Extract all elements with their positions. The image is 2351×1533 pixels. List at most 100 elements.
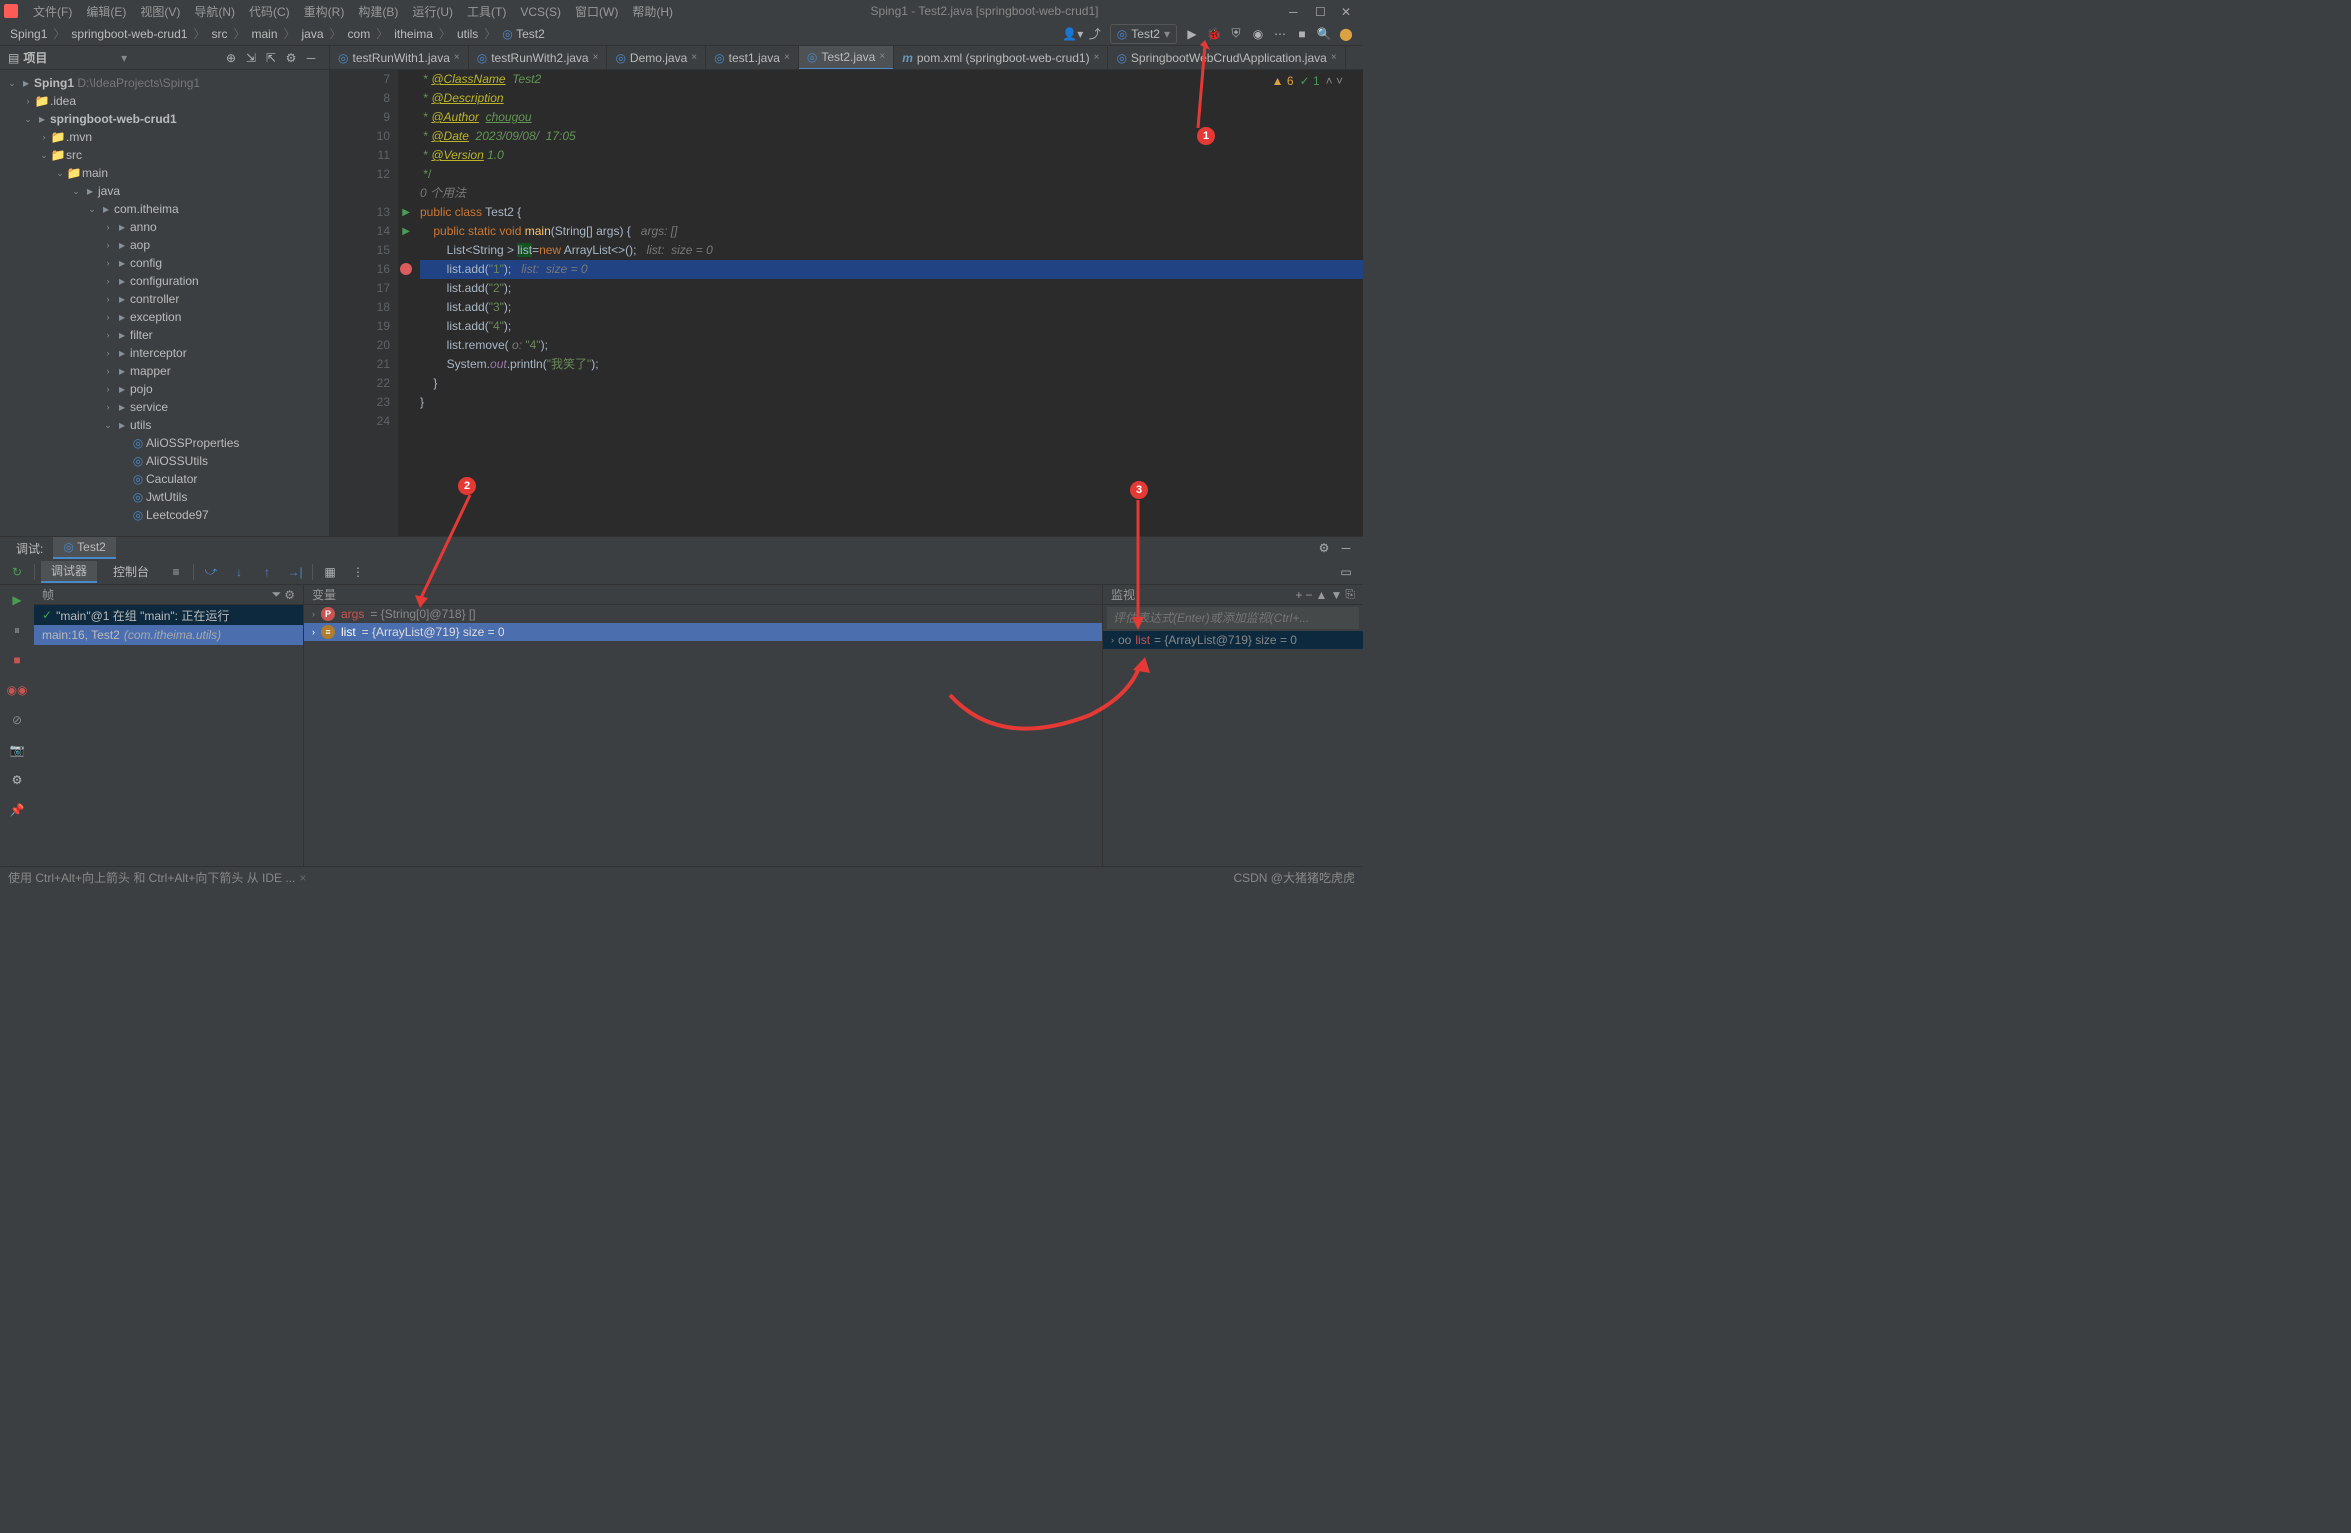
pause-button[interactable]: ⏸ — [6, 619, 28, 641]
debugger-subtab[interactable]: 调试器 — [41, 561, 97, 583]
user-icon[interactable]: 👤▾ — [1062, 23, 1084, 45]
breadcrumb-item[interactable]: itheima — [390, 27, 437, 41]
duplicate-watch-icon[interactable]: ⎘ — [1345, 587, 1355, 602]
menu-item[interactable]: 文件(F) — [26, 5, 79, 19]
tab-close-icon[interactable]: × — [1331, 52, 1337, 63]
project-tree[interactable]: ⌄▸Sping1 D:\IdeaProjects\Sping1›📁.idea⌄▸… — [0, 70, 329, 536]
tab-close-icon[interactable]: × — [784, 52, 790, 63]
tree-node[interactable]: ›▸pojo — [0, 380, 329, 398]
tree-node[interactable]: ›▸controller — [0, 290, 329, 308]
more-run-icon[interactable]: ⋯ — [1269, 23, 1291, 45]
menu-item[interactable]: 导航(N) — [187, 5, 242, 19]
tree-node[interactable]: ›▸aop — [0, 236, 329, 254]
menu-item[interactable]: 代码(C) — [242, 5, 297, 19]
layout-settings-icon[interactable]: ▭ — [1335, 561, 1357, 583]
rerun-debug-button[interactable]: ↻ — [6, 561, 28, 583]
debug-gear-icon[interactable]: ⚙ — [1313, 537, 1335, 559]
maximize-button[interactable]: ☐ — [1315, 5, 1327, 17]
threads-icon[interactable]: ≡ — [165, 561, 187, 583]
menu-item[interactable]: 视图(V) — [133, 5, 187, 19]
editor-tab[interactable]: ◎Demo.java× — [607, 46, 706, 70]
coverage-button[interactable]: ⛨ — [1225, 23, 1247, 45]
watch-expression-input[interactable] — [1107, 607, 1359, 629]
breadcrumb-item[interactable]: ◎ Test2 — [498, 27, 549, 41]
step-into-button[interactable]: ↓ — [228, 561, 250, 583]
evaluate-expression-button[interactable]: ▦ — [319, 561, 341, 583]
menu-item[interactable]: 重构(R) — [297, 5, 352, 19]
editor-tab[interactable]: ◎test1.java× — [706, 46, 799, 70]
tree-node[interactable]: ⌄▸utils — [0, 416, 329, 434]
minimize-button[interactable]: ─ — [1289, 5, 1301, 17]
stop-debug-button[interactable]: ■ — [6, 649, 28, 671]
trace-button[interactable]: ⋮ — [347, 561, 369, 583]
tree-node[interactable]: ›▸configuration — [0, 272, 329, 290]
breadcrumb-item[interactable]: com — [344, 27, 375, 41]
menu-item[interactable]: 编辑(E) — [79, 5, 133, 19]
tab-close-icon[interactable]: × — [879, 51, 885, 62]
watch-row-list[interactable]: › oo list = {ArrayList@719} size = 0 — [1103, 631, 1363, 649]
tree-node[interactable]: ›▸mapper — [0, 362, 329, 380]
menu-item[interactable]: 运行(U) — [405, 5, 460, 19]
select-opened-icon[interactable]: ⊕ — [221, 48, 241, 68]
menu-item[interactable]: VCS(S) — [513, 5, 568, 19]
tree-node[interactable]: ⌄▸java — [0, 182, 329, 200]
tree-node[interactable]: ⌄▸springboot-web-crud1 — [0, 110, 329, 128]
editor-tab[interactable]: ◎testRunWith1.java× — [330, 46, 469, 70]
tree-node[interactable]: ◎JwtUtils — [0, 488, 329, 506]
tree-node[interactable]: ⌄📁src — [0, 146, 329, 164]
stack-frame-row[interactable]: main:16, Test2 (com.itheima.utils) — [34, 625, 303, 645]
tab-close-icon[interactable]: × — [691, 52, 697, 63]
watch-down-icon[interactable]: ▼ — [1330, 588, 1342, 602]
breadcrumb-item[interactable]: src — [207, 27, 231, 41]
tab-close-icon[interactable]: × — [454, 52, 460, 63]
run-to-cursor-button[interactable]: →| — [284, 561, 306, 583]
search-icon[interactable]: 🔍 — [1313, 23, 1335, 45]
debug-settings-icon[interactable]: ⚙ — [6, 769, 28, 791]
build-icon[interactable]: ⤴ — [1084, 23, 1106, 45]
editor-tab[interactable]: mpom.xml (springboot-web-crud1)× — [894, 46, 1108, 70]
tree-node[interactable]: ›▸config — [0, 254, 329, 272]
debug-session-tab[interactable]: ◎ Test2 — [53, 537, 116, 559]
debug-button[interactable]: 🐞 — [1203, 23, 1225, 45]
thread-row[interactable]: ✓ "main"@1 在组 "main": 正在运行 — [34, 605, 303, 625]
tree-node[interactable]: ›▸filter — [0, 326, 329, 344]
close-button[interactable]: ✕ — [1341, 5, 1353, 17]
expand-all-icon[interactable]: ⇲ — [241, 48, 261, 68]
tree-node[interactable]: ›📁.mvn — [0, 128, 329, 146]
profile-button[interactable]: ◉ — [1247, 23, 1269, 45]
remove-watch-icon[interactable]: − — [1305, 588, 1312, 602]
editor-tab[interactable]: ◎testRunWith2.java× — [469, 46, 608, 70]
collapse-all-icon[interactable]: ⇱ — [261, 48, 281, 68]
frames-options-icon[interactable]: ⚙ — [284, 588, 295, 602]
tree-node[interactable]: ›▸service — [0, 398, 329, 416]
debug-hide-icon[interactable]: ─ — [1335, 537, 1357, 559]
breadcrumb-item[interactable]: utils — [453, 27, 482, 41]
console-subtab[interactable]: 控制台 — [103, 561, 159, 583]
tree-root[interactable]: ⌄▸Sping1 D:\IdeaProjects\Sping1 — [0, 74, 329, 92]
pin-icon[interactable]: 📌 — [6, 799, 28, 821]
tab-close-icon[interactable]: × — [593, 52, 599, 63]
breadcrumb-item[interactable]: springboot-web-crud1 — [67, 27, 191, 41]
tree-node[interactable]: ⌄▸com.itheima — [0, 200, 329, 218]
ide-update-icon[interactable]: ⬤ — [1335, 23, 1357, 45]
tree-node[interactable]: ◎AliOSSProperties — [0, 434, 329, 452]
hide-panel-icon[interactable]: ─ — [301, 48, 321, 68]
add-watch-icon[interactable]: + — [1295, 588, 1302, 602]
menu-item[interactable]: 构建(B) — [351, 5, 405, 19]
variable-row-args[interactable]: › P args = {String[0]@718} [] — [304, 605, 1102, 623]
editor-tab[interactable]: ◎SpringbootWebCrud\Application.java× — [1108, 46, 1345, 70]
tree-node[interactable]: ›▸interceptor — [0, 344, 329, 362]
tree-node[interactable]: ◎AliOSSUtils — [0, 452, 329, 470]
tree-node[interactable]: ›▸exception — [0, 308, 329, 326]
menu-item[interactable]: 帮助(H) — [625, 5, 680, 19]
tree-node[interactable]: ◎Caculator — [0, 470, 329, 488]
watch-up-icon[interactable]: ▲ — [1315, 588, 1327, 602]
tree-node[interactable]: ⌄📁main — [0, 164, 329, 182]
tree-node[interactable]: ›▸anno — [0, 218, 329, 236]
view-breakpoints-button[interactable]: ◉◉ — [6, 679, 28, 701]
run-button[interactable]: ▶ — [1181, 23, 1203, 45]
mute-breakpoints-button[interactable]: ⊘ — [6, 709, 28, 731]
resume-button[interactable]: ▶ — [6, 589, 28, 611]
menu-item[interactable]: 工具(T) — [460, 5, 513, 19]
step-out-button[interactable]: ↑ — [256, 561, 278, 583]
